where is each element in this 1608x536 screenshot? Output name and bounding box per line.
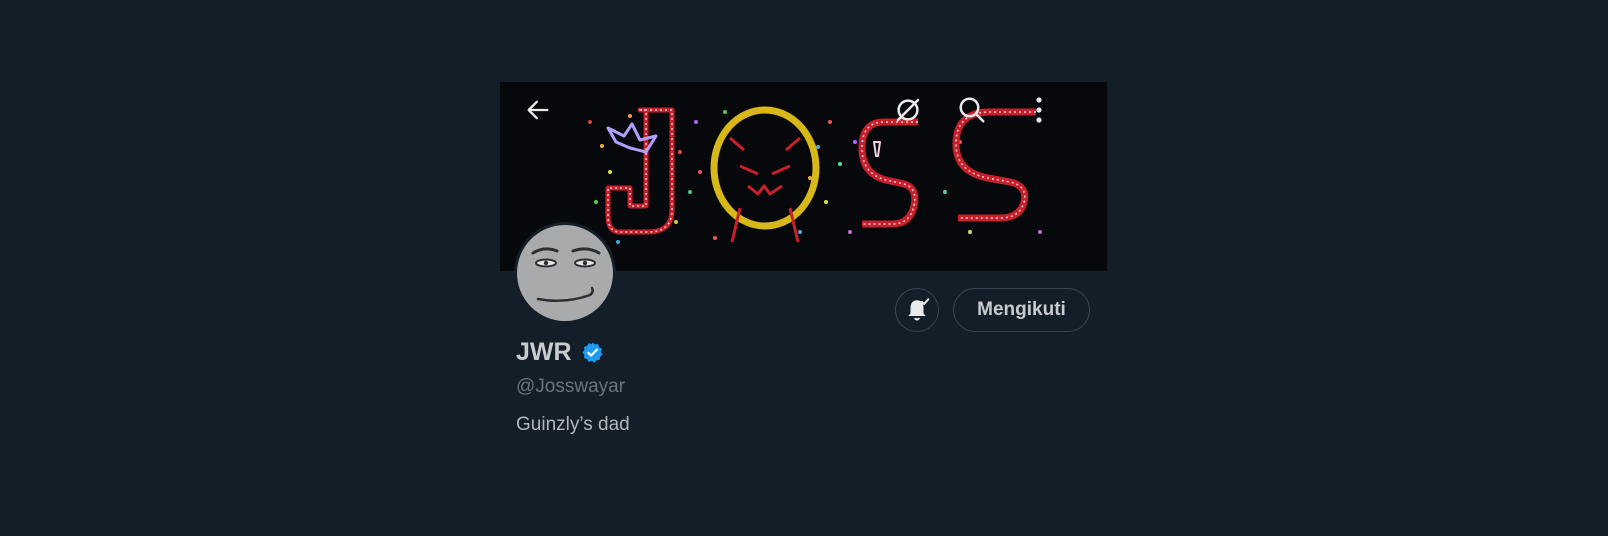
grok-button[interactable] [888,90,928,130]
arrow-left-icon [527,100,549,120]
verified-badge-icon[interactable] [581,341,604,364]
profile-bio: Guinzly’s dad [516,414,630,435]
more-button[interactable] [1024,90,1054,130]
avatar[interactable] [514,222,616,324]
search-icon [959,97,985,123]
following-button[interactable]: Mengikuti [953,288,1090,332]
more-vertical-icon [1036,97,1042,123]
back-button[interactable] [518,90,558,130]
notification-button[interactable] [895,288,939,332]
profile-card: Mengikuti JWR @Josswayar Guinzly’s dad [500,82,1107,462]
username-handle: @Josswayar [516,376,626,397]
avatar-face [531,247,601,303]
bell-check-icon [908,298,930,321]
grok-icon [896,98,920,122]
display-name: JWR [516,338,572,366]
name-row: JWR [516,338,604,367]
search-button[interactable] [952,90,992,130]
avatar-image [517,225,613,321]
